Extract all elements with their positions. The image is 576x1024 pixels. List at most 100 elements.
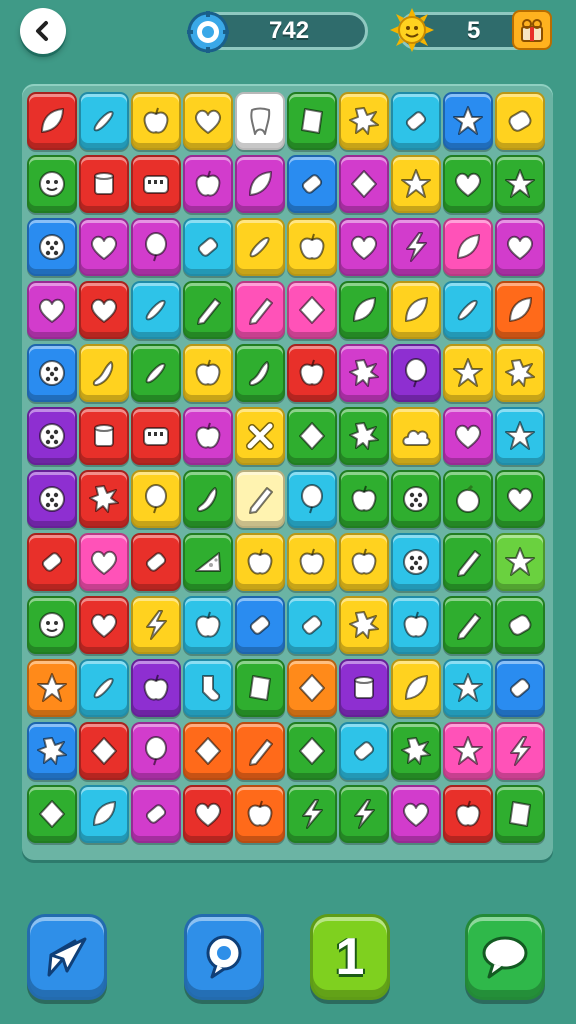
gift-button[interactable] [512, 10, 552, 50]
tile-candy[interactable] [235, 596, 285, 654]
tile-pickle[interactable] [79, 659, 129, 717]
tile-splat[interactable] [391, 722, 441, 780]
tile-splat[interactable] [27, 722, 77, 780]
share-button[interactable] [27, 914, 107, 1000]
tile-dots[interactable] [391, 470, 441, 528]
tile-cheese[interactable] [183, 533, 233, 591]
tile-balloon[interactable] [131, 218, 181, 276]
tile-splat[interactable] [495, 344, 545, 402]
tile-gem[interactable] [235, 659, 285, 717]
tile-pepper[interactable] [183, 470, 233, 528]
tile-apple[interactable] [183, 344, 233, 402]
tile-diamond[interactable] [339, 155, 389, 213]
tile-heart[interactable] [391, 785, 441, 843]
tile-bolt[interactable] [131, 596, 181, 654]
tile-candy[interactable] [287, 155, 337, 213]
tile-leaf[interactable] [79, 785, 129, 843]
tile-heart[interactable] [79, 533, 129, 591]
tile-splat[interactable] [339, 344, 389, 402]
tile-star[interactable] [443, 722, 493, 780]
tile-balloon[interactable] [131, 470, 181, 528]
tile-heart[interactable] [183, 92, 233, 150]
tile-diamond[interactable] [79, 722, 129, 780]
tile-pencil[interactable] [443, 596, 493, 654]
tile-star[interactable] [443, 344, 493, 402]
tile-barrel[interactable] [495, 596, 545, 654]
tile-splat[interactable] [339, 92, 389, 150]
tile-leaf[interactable] [443, 218, 493, 276]
tile-pencil[interactable] [443, 533, 493, 591]
tile-star[interactable] [443, 659, 493, 717]
tile-pickle[interactable] [79, 92, 129, 150]
tile-star[interactable] [495, 155, 545, 213]
tile-face[interactable] [27, 155, 77, 213]
tile-leaf[interactable] [27, 92, 77, 150]
tile-dots[interactable] [391, 533, 441, 591]
tile-leaf[interactable] [339, 281, 389, 339]
tile-tooth[interactable] [235, 92, 285, 150]
tile-apple[interactable] [287, 344, 337, 402]
tile-pencil[interactable] [235, 722, 285, 780]
tile-candy[interactable] [131, 785, 181, 843]
tile-candy[interactable] [131, 533, 181, 591]
tile-apple[interactable] [183, 407, 233, 465]
tile-bolt[interactable] [339, 785, 389, 843]
tile-cloud[interactable] [391, 407, 441, 465]
tile-cup[interactable] [339, 659, 389, 717]
tile-apple[interactable] [339, 470, 389, 528]
tile-apple[interactable] [183, 155, 233, 213]
tile-apple[interactable] [235, 533, 285, 591]
tile-pickle[interactable] [443, 281, 493, 339]
tile-splat[interactable] [339, 596, 389, 654]
tile-cup[interactable] [79, 407, 129, 465]
tile-pickle[interactable] [235, 218, 285, 276]
tile-cup[interactable] [79, 155, 129, 213]
tile-bolt[interactable] [495, 722, 545, 780]
tile-diamond[interactable] [287, 659, 337, 717]
tile-apple[interactable] [391, 596, 441, 654]
tile-star[interactable] [495, 407, 545, 465]
tile-apple[interactable] [131, 659, 181, 717]
tile-heart[interactable] [495, 470, 545, 528]
tile-star[interactable] [391, 155, 441, 213]
tile-balloon[interactable] [287, 470, 337, 528]
tile-diamond[interactable] [27, 785, 77, 843]
hint-button[interactable]: 1 [310, 914, 390, 1000]
tile-heart[interactable] [495, 218, 545, 276]
tile-balloon[interactable] [391, 344, 441, 402]
tile-dots[interactable] [27, 218, 77, 276]
tile-leaf[interactable] [495, 281, 545, 339]
tile-pencil[interactable] [183, 281, 233, 339]
tile-heart[interactable] [79, 218, 129, 276]
tile-cross[interactable] [235, 407, 285, 465]
tile-gem[interactable] [287, 92, 337, 150]
tile-dots[interactable] [27, 344, 77, 402]
tile-leaf[interactable] [391, 281, 441, 339]
tile-pickle[interactable] [131, 281, 181, 339]
tile-candy[interactable] [183, 218, 233, 276]
tile-heart[interactable] [443, 155, 493, 213]
tile-apple[interactable] [131, 92, 181, 150]
tile-pencil[interactable] [235, 281, 285, 339]
chat-button[interactable] [465, 914, 545, 1000]
tile-diamond[interactable] [287, 722, 337, 780]
tile-candy[interactable] [287, 596, 337, 654]
tile-apple[interactable] [443, 785, 493, 843]
tile-dots[interactable] [27, 470, 77, 528]
tile-heart[interactable] [79, 596, 129, 654]
tile-dots[interactable] [27, 407, 77, 465]
tile-heart[interactable] [443, 407, 493, 465]
tile-star[interactable] [443, 92, 493, 150]
tile-apple[interactable] [339, 533, 389, 591]
tile-diamond[interactable] [287, 281, 337, 339]
tile-star[interactable] [27, 659, 77, 717]
search-button[interactable] [184, 914, 264, 1000]
tile-balloon[interactable] [131, 722, 181, 780]
tile-candy[interactable] [339, 722, 389, 780]
tile-splat[interactable] [339, 407, 389, 465]
tile-candy[interactable] [495, 659, 545, 717]
tile-heart[interactable] [183, 785, 233, 843]
tile-pepper[interactable] [79, 344, 129, 402]
tile-pepper[interactable] [235, 344, 285, 402]
tile-orange[interactable] [443, 470, 493, 528]
